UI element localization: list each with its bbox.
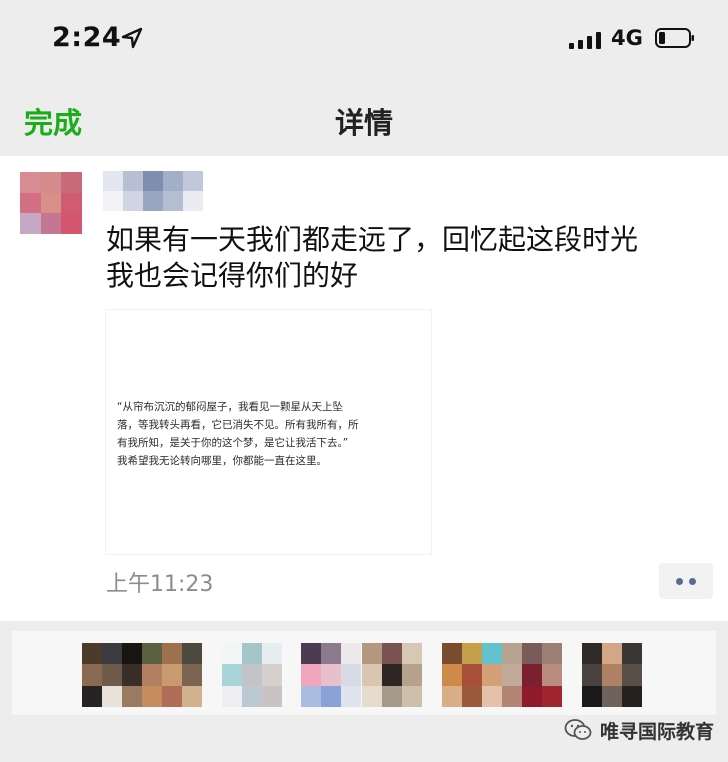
nickname-pixelated[interactable] (103, 171, 203, 211)
post-text-line: 如果有一天我们都走远了，回忆起这段时光 (106, 223, 639, 256)
more-icon (676, 577, 683, 585)
moment-post: 如果有一天我们都走远了，回忆起这段时光 我也会记得你们的好 “从帘布沉沉的郁闷屋… (0, 156, 728, 621)
battery-icon (655, 28, 694, 48)
wechat-logo-icon (564, 719, 592, 740)
watermark: 唯寻国际教育 (564, 712, 714, 748)
image-quote: “从帘布沉沉的郁闷屋子，我看见一颗星从天上坠 落，等我转头再看，它已消失不见。所… (117, 398, 423, 470)
status-time: 2:24 (52, 22, 122, 53)
more-icon (689, 577, 696, 585)
post-image[interactable]: “从帘布沉沉的郁闷屋子，我看见一颗星从天上坠 落，等我转头再看，它已消失不见。所… (106, 310, 431, 554)
quote-line: “从帘布沉沉的郁闷屋子，我看见一颗星从天上坠 (117, 401, 343, 413)
liker-avatar[interactable] (301, 643, 361, 707)
watermark-text: 唯寻国际教育 (600, 720, 715, 743)
liker-avatar[interactable] (582, 643, 642, 707)
page-title: 详情 (334, 106, 393, 140)
post-timestamp: 上午11:23 (106, 572, 214, 597)
network-type: 4G (611, 26, 643, 50)
liker-avatar[interactable] (442, 643, 562, 707)
status-bar: 2:24 4G (0, 0, 728, 80)
post-text: 如果有一天我们都走远了，回忆起这段时光 我也会记得你们的好 (106, 222, 716, 294)
quote-line: 落，等我转头再看，它已消失不见。所有我所有，所 (117, 419, 359, 431)
liker-avatar[interactable] (82, 643, 202, 707)
quote-line: 有我所知，是关于你的这个梦，是它让我活下去。” (117, 437, 349, 449)
nav-bar: 完成 详情 (0, 80, 728, 156)
likes-strip: 唯寻国际教育 (0, 621, 728, 762)
quote-line: 我希望我无论转向哪里，你都能一直在这里。 (117, 455, 327, 467)
signal-icon (569, 32, 601, 49)
post-text-line: 我也会记得你们的好 (106, 259, 359, 292)
avatar[interactable] (20, 172, 82, 234)
location-arrow-icon (121, 27, 143, 49)
liker-avatar[interactable] (362, 643, 422, 707)
more-button[interactable] (659, 563, 713, 599)
liker-avatar[interactable] (222, 643, 282, 707)
